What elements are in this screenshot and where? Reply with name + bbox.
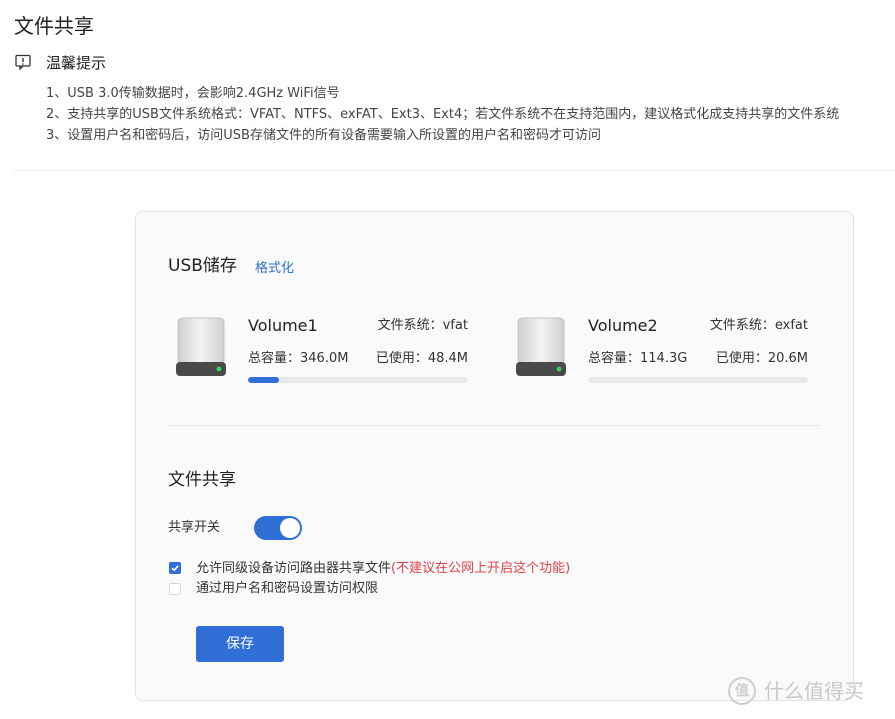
volume2-usage-bar [588,377,808,383]
save-button[interactable]: 保存 [196,626,284,662]
page-title: 文件共享 [14,14,94,38]
checkmark-icon [171,565,179,572]
allow-peer-access-checkbox[interactable] [169,562,181,574]
volume1-filesystem: 文件系统：vfat [377,318,468,333]
volume1-capacity: 总容量：346.0M [248,351,349,366]
share-switch-label: 共享开关 [168,520,221,535]
file-share-title: 文件共享 [168,470,236,490]
tip-line-3: 3、设置用户名和密码后，访问USB存储文件的所有设备需要输入所设置的用户名和密码… [46,128,601,143]
public-network-warning: (不建议在公网上开启这个功能) [391,561,571,576]
tip-line-1: 1、USB 3.0传输数据时，会影响2.4GHz WiFi信号 [46,86,340,101]
password-access-checkbox[interactable] [169,583,181,595]
toggle-knob [280,518,300,538]
volume2-used: 已使用：20.6M [715,351,808,366]
usb-storage-title: USB储存 [168,256,237,276]
section-divider [168,425,820,426]
allow-peer-access-text: 允许同级设备访问路由器共享文件 [196,561,392,576]
tips-title: 温馨提示 [46,54,107,72]
hard-drive-icon [176,317,226,376]
password-access-label: 通过用户名和密码设置访问权限 [196,581,379,596]
header-divider [14,170,894,171]
watermark-logo: 值 [728,677,756,705]
info-icon [15,54,31,70]
volume2-filesystem: 文件系统：exfat [709,318,808,333]
volume1-usage-bar [248,377,468,383]
volume2-name: Volume2 [588,316,658,335]
volume2-capacity: 总容量：114.3G [588,351,688,366]
share-toggle[interactable] [254,516,302,540]
format-link[interactable]: 格式化 [255,259,294,279]
allow-peer-access-label: 允许同级设备访问路由器共享文件(不建议在公网上开启这个功能) [196,559,570,579]
hard-drive-icon [516,317,566,376]
volume1-usage-fill [248,377,279,383]
volume1-used: 已使用：48.4M [375,351,468,366]
volume1-name: Volume1 [248,316,318,335]
tip-line-2: 2、支持共享的USB文件系统格式：VFAT、NTFS、exFAT、Ext3、Ex… [46,107,840,122]
watermark-text: 什么值得买 [764,679,864,703]
